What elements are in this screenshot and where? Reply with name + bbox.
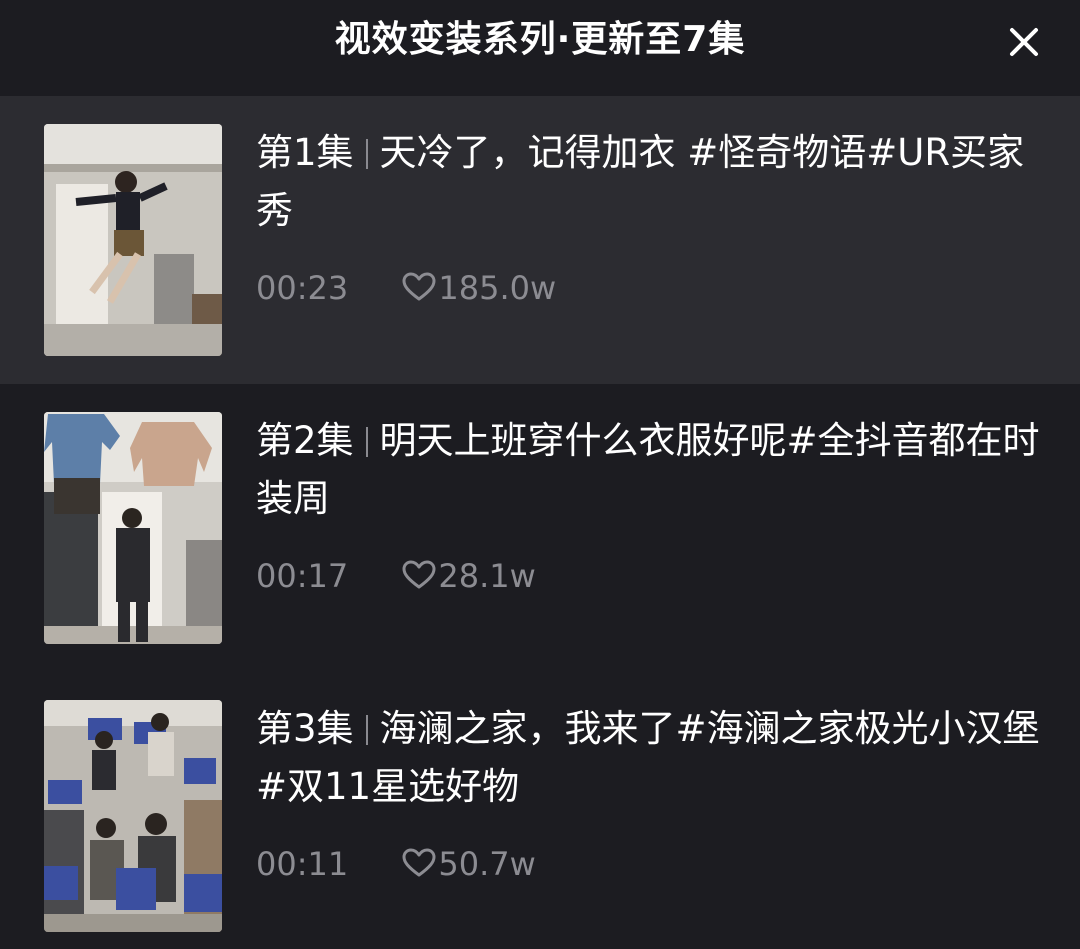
- episode-title: 第1集 天冷了，记得加衣 #怪奇物语#UR买家秀: [256, 124, 1056, 240]
- panel-header: 视效变装系列·更新至7集: [0, 0, 1080, 96]
- close-icon: [1010, 28, 1038, 56]
- episode-number: 第2集: [256, 419, 354, 462]
- episode-duration: 00:23: [256, 269, 349, 307]
- likes-count: 185.0w: [438, 269, 557, 307]
- panel-title: 视效变装系列·更新至7集: [334, 19, 746, 60]
- episode-meta: 00:17 28.1w: [256, 556, 536, 596]
- episode-meta: 00:11 50.7w: [256, 844, 536, 884]
- episode-caption: 明天上班穿什么衣服好呢#全抖音都在时装周: [256, 419, 1040, 520]
- episode-duration: 00:17: [256, 557, 349, 595]
- title-divider: [365, 427, 368, 457]
- episode-thumbnail: [44, 124, 222, 356]
- episode-item-2[interactable]: 第2集 明天上班穿什么衣服好呢#全抖音都在时装周 00:17 28.1w: [0, 384, 1080, 672]
- episode-duration: 00:11: [256, 845, 349, 883]
- heart-icon: [402, 848, 436, 877]
- episode-number: 第3集: [256, 707, 354, 750]
- likes-count: 50.7w: [438, 845, 536, 883]
- episode-thumbnail: [44, 700, 222, 932]
- episode-title: 第3集 海澜之家，我来了#海澜之家极光小汉堡 #双11星选好物: [256, 700, 1056, 816]
- episode-caption: 海澜之家，我来了#海澜之家极光小汉堡 #双11星选好物: [256, 707, 1040, 808]
- likes-count: 28.1w: [438, 557, 536, 595]
- episode-list-panel: 视效变装系列·更新至7集 第1集 天冷了，记得加衣 #怪奇物语#UR买家秀 00…: [0, 0, 1080, 949]
- title-divider: [365, 715, 368, 745]
- episode-likes: 28.1w: [402, 556, 536, 596]
- episode-likes: 50.7w: [402, 844, 536, 884]
- episode-item-3[interactable]: 第3集 海澜之家，我来了#海澜之家极光小汉堡 #双11星选好物 00:11 50.…: [0, 672, 1080, 949]
- episode-thumbnail: [44, 412, 222, 644]
- episode-likes: 185.0w: [402, 268, 556, 308]
- heart-icon: [402, 560, 436, 589]
- episode-title: 第2集 明天上班穿什么衣服好呢#全抖音都在时装周: [256, 412, 1056, 528]
- episode-number: 第1集: [256, 131, 354, 174]
- title-divider: [365, 139, 368, 169]
- episode-item-1[interactable]: 第1集 天冷了，记得加衣 #怪奇物语#UR买家秀 00:23 185.0w: [0, 96, 1080, 384]
- close-button[interactable]: [1000, 18, 1048, 66]
- episode-caption: 天冷了，记得加衣 #怪奇物语#UR买家秀: [256, 131, 1025, 232]
- heart-icon: [402, 272, 436, 301]
- episode-meta: 00:23 185.0w: [256, 268, 556, 308]
